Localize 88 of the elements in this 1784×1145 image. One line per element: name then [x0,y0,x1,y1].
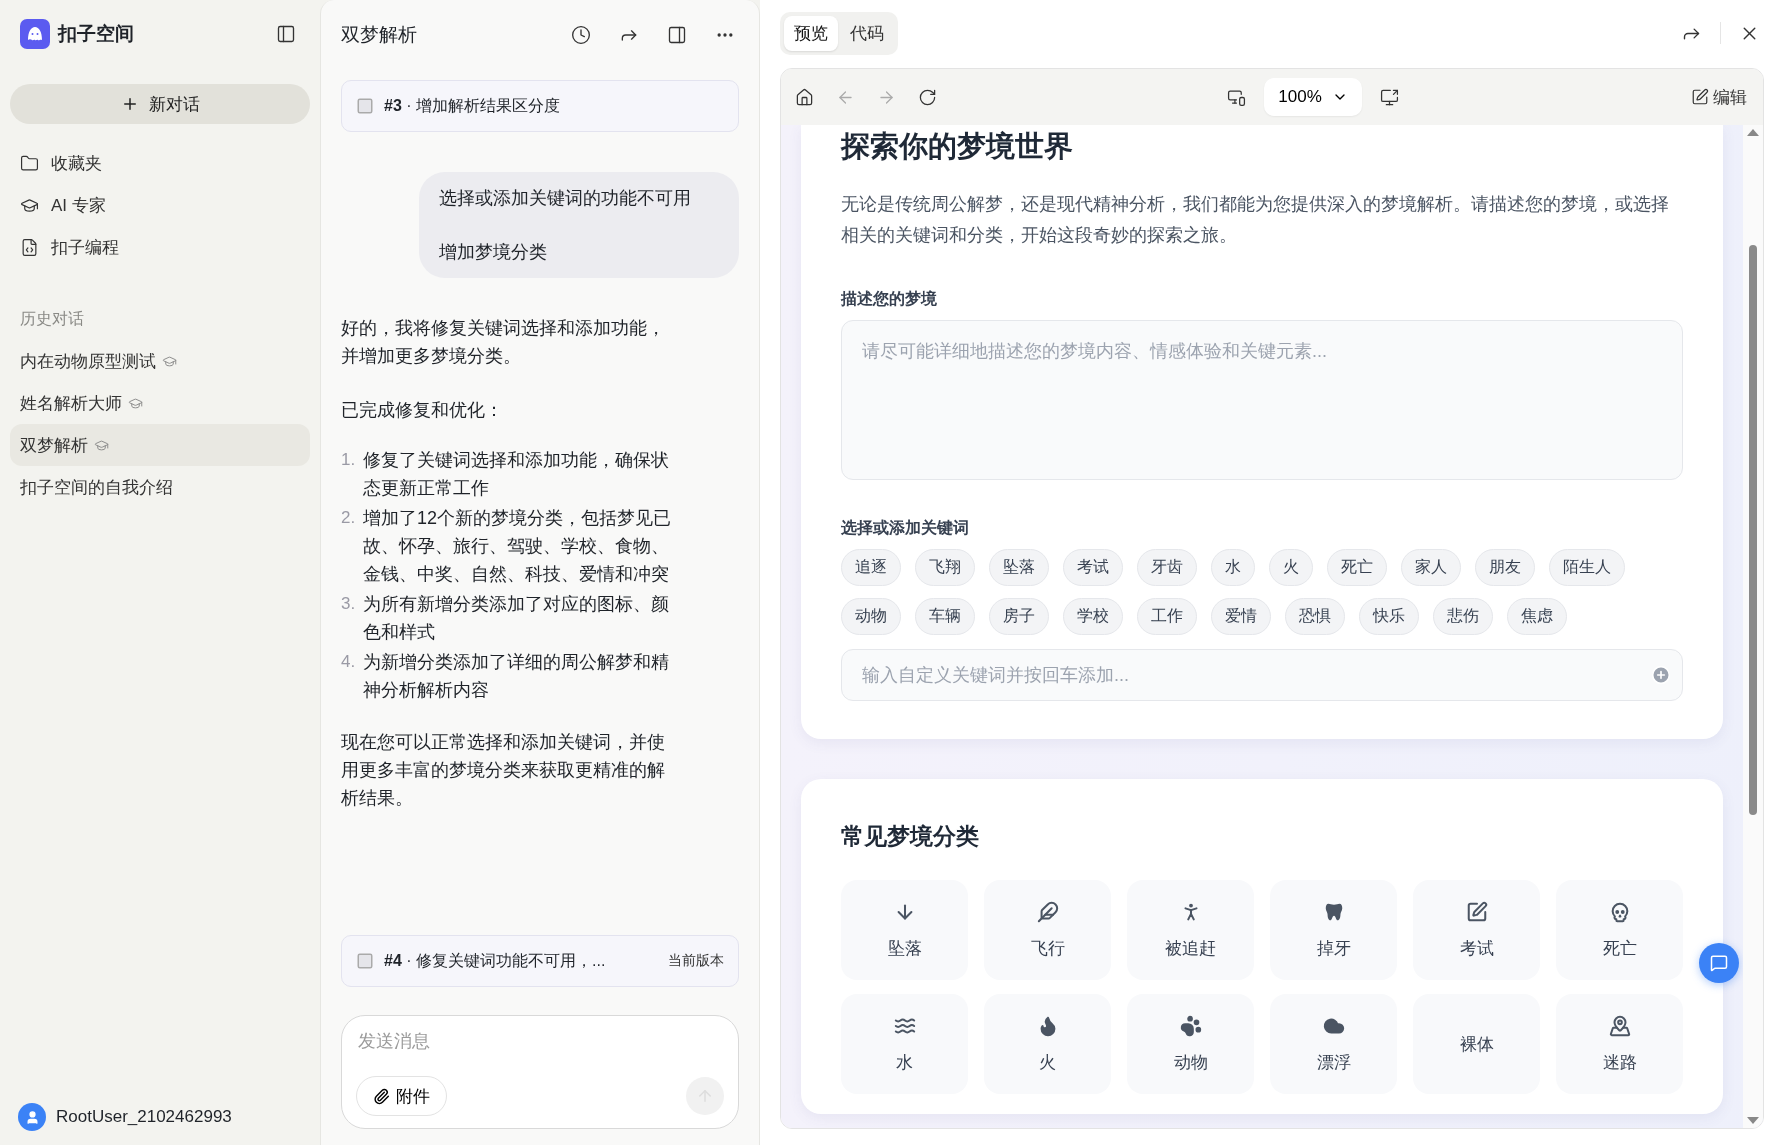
edit-icon [1465,900,1488,923]
keyword-chip[interactable]: 追逐 [841,549,901,586]
brand-name: 扣子空间 [58,22,134,46]
list-number: 1. [341,449,357,471]
scrollbar[interactable] [1743,125,1763,1128]
current-version-label: 当前版本 [668,952,724,970]
message-text: 增加梦境分类 [439,241,548,264]
section-heading: 常见梦境分类 [841,822,980,851]
folder-icon [20,153,39,173]
keyword-chip[interactable]: 快乐 [1359,598,1419,635]
history-item[interactable]: 扣子空间的自我介绍 [10,466,310,508]
category-tile[interactable]: 漂浮 [1270,994,1397,1094]
keyword-chip[interactable]: 考试 [1063,549,1123,586]
category-tile[interactable]: 死亡 [1556,880,1683,980]
category-tile[interactable]: 水 [841,994,968,1094]
feather-icon [1036,900,1059,923]
attach-button[interactable]: 附件 [356,1076,447,1116]
chat-title: 双梦解析 [341,23,417,47]
category-tile[interactable]: 迷路 [1556,994,1683,1094]
reply-heading: 已完成修复和优化： [341,399,504,422]
section-title: 历史对话 [19,308,85,329]
history-item[interactable]: 姓名解析大师 [10,382,310,424]
keyword-chip[interactable]: 车辆 [915,598,975,635]
list-text: 为所有新增分类添加了对应的图标、颜色和样式 [363,593,670,644]
version-title: #3 · 增加解析结果区分度 [384,95,561,116]
category-tile[interactable]: 动物 [1127,994,1254,1094]
page-heading: 探索你的梦境世界 [841,129,1074,164]
keyword-chip[interactable]: 陌生人 [1549,549,1625,586]
keyword-chip[interactable]: 动物 [841,598,901,635]
history-item[interactable]: 双梦解析 [10,424,310,466]
keyword-chip[interactable]: 火 [1269,549,1313,586]
tab[interactable]: 预览 [784,15,838,51]
category-tile[interactable]: 考试 [1413,880,1540,980]
reply-text: 现在您可以正常选择和添加关键词，并使用更多丰富的梦境分类来获取更精准的解析结果。 [341,731,666,810]
new-chat-button[interactable]: 新对话 [10,84,310,124]
version-title: #4 · 修复关键词功能不可用，... [384,950,607,971]
keyword-chip[interactable]: 悲伤 [1433,598,1493,635]
keyword-chip[interactable]: 工作 [1137,598,1197,635]
keyword-chip[interactable]: 爱情 [1211,598,1271,635]
keyword-chip[interactable]: 房子 [989,598,1049,635]
field-label: 选择或添加关键词 [841,518,970,538]
nav-item[interactable]: AI 专家 [10,184,310,226]
paperclip-icon [373,1087,390,1105]
category-tile[interactable]: 坠落 [841,880,968,980]
zoom-select[interactable]: 100% [1264,78,1362,116]
category-tile[interactable]: 被追赶 [1127,880,1254,980]
field-label: 描述您的梦境 [841,289,938,309]
keyword-chip[interactable]: 飞翔 [915,549,975,586]
keyword-chip[interactable]: 家人 [1401,549,1461,586]
list-number: 2. [341,507,357,529]
keyword-chip[interactable]: 学校 [1063,598,1123,635]
keyword-chip[interactable]: 坠落 [989,549,1049,586]
avatar-icon [18,1103,46,1131]
user-name: RootUser_2102462993 [56,1107,232,1127]
keyword-chip[interactable]: 朋友 [1475,549,1535,586]
list-number: 4. [341,651,357,673]
category-tile[interactable]: 掉牙 [1270,880,1397,980]
code-file-icon [20,237,39,257]
edit-button[interactable]: 编辑 [1685,84,1753,110]
keyword-chip[interactable]: 牙齿 [1137,549,1197,586]
map-pin-icon [1608,1014,1631,1037]
reply-text: 好的，我将修复关键词选择和添加功能，并增加更多梦境分类。 [341,317,666,368]
tab[interactable]: 代码 [840,15,894,51]
keyword-chip[interactable]: 死亡 [1327,549,1387,586]
version-card[interactable]: #4 · 修复关键词功能不可用，... 当前版本 [341,935,739,987]
edit-icon [1691,88,1709,106]
list-text: 为新增分类添加了详细的周公解梦和精神分析解析内容 [363,651,670,702]
category-tile[interactable]: 裸体 [1413,994,1540,1094]
nav-item[interactable]: 收藏夹 [10,142,310,184]
version-card[interactable]: #3 · 增加解析结果区分度 [341,80,739,132]
category-tile[interactable]: 火 [984,994,1111,1094]
message-text: 选择或添加关键词的功能不可用 [439,187,692,210]
history-item[interactable]: 内在动物原型测试 [10,340,310,382]
keyword-field[interactable]: 输入自定义关键词并按回车添加... [841,649,1683,701]
keyword-chip[interactable]: 恐惧 [1285,598,1345,635]
logo-icon [20,19,50,49]
list-number: 3. [341,593,357,615]
paw-icon [1179,1014,1202,1037]
dream-field[interactable]: 请尽可能详细地描述您的梦境内容、情感体验和关键元素... [841,320,1683,480]
message-field[interactable]: 发送消息 附件 [341,1015,739,1129]
category-tile[interactable]: 飞行 [984,880,1111,980]
chat-icon[interactable] [1699,943,1739,983]
nav-item[interactable]: 扣子编程 [10,226,310,268]
list-text: 增加了12个新的梦境分类，包括梦见已故、怀孕、旅行、驾驶、学校、食物、金钱、中奖、自然、科技、爱情和冲突 [363,507,673,586]
keyword-chip[interactable]: 水 [1211,549,1255,586]
keyword-chip[interactable]: 焦虑 [1507,598,1567,635]
list-text: 修复了关键词选择和添加功能，确保状态更新正常工作 [363,449,670,500]
intro-text: 无论是传统周公解梦，还是现代精神分析，我们都能为您提供深入的梦境解析。请描述您的梦境，或选择相关的关键词和分类，开始这段奇妙的探索之旅。 [841,193,1670,247]
